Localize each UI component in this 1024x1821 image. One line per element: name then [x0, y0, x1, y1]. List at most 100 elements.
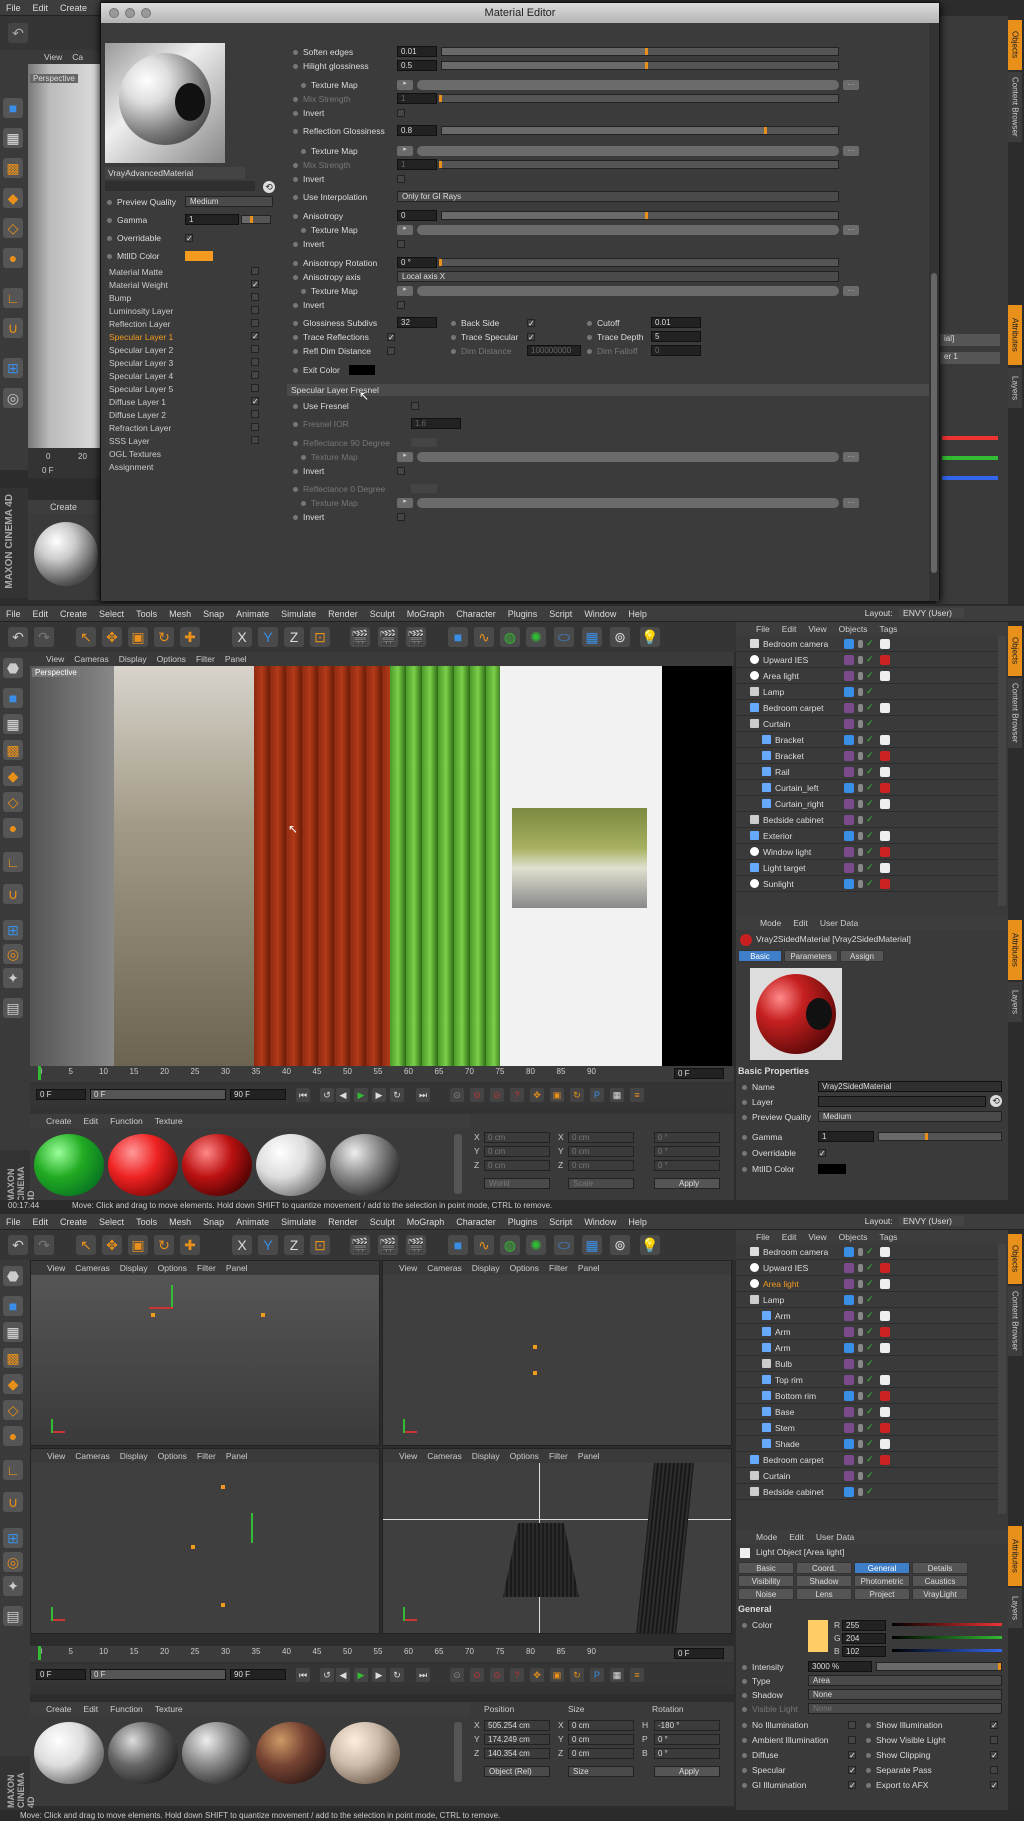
- edge-icon[interactable]: ◇: [3, 1400, 23, 1420]
- vp-menu-view[interactable]: View: [47, 1451, 65, 1461]
- rotate-icon[interactable]: ↻: [154, 1235, 174, 1255]
- obj-menu-objects[interactable]: Objects: [839, 1232, 868, 1242]
- tab-vraylight[interactable]: VrayLight: [912, 1588, 968, 1600]
- size-field[interactable]: 0 cm: [568, 1146, 634, 1157]
- material-tag-icon[interactable]: [880, 751, 890, 761]
- mat-menu-function[interactable]: Function: [110, 1116, 143, 1126]
- pla-key-icon[interactable]: ▦: [610, 1668, 624, 1682]
- more-button[interactable]: …: [843, 225, 859, 235]
- axis-icon[interactable]: ∟: [3, 1460, 23, 1480]
- visibility-toggle[interactable]: [858, 864, 863, 872]
- channel-item[interactable]: Reflection Layer: [109, 317, 170, 330]
- gamma-slider[interactable]: [241, 215, 271, 224]
- vp-menu-cameras[interactable]: Cameras: [427, 1451, 461, 1461]
- channel-item[interactable]: Specular Layer 2: [109, 343, 173, 356]
- vp-menu-options[interactable]: Options: [158, 1451, 187, 1461]
- start-frame[interactable]: 0 F: [36, 1669, 86, 1680]
- flag-check[interactable]: [990, 1766, 998, 1774]
- point-icon[interactable]: ●: [3, 248, 23, 268]
- material-tag-icon[interactable]: [880, 1423, 890, 1433]
- object-row[interactable]: Bracket ✓: [736, 748, 998, 764]
- vp-menu-display[interactable]: Display: [120, 1263, 148, 1273]
- visibility-toggle[interactable]: [858, 800, 863, 808]
- overridable-check[interactable]: ✓: [185, 234, 193, 243]
- enabled-check[interactable]: ✓: [866, 1454, 874, 1465]
- enabled-check[interactable]: ✓: [866, 1390, 874, 1401]
- texture-field[interactable]: [417, 286, 839, 296]
- play-icon[interactable]: ▸: [397, 225, 413, 235]
- pos-key-icon[interactable]: ✥: [530, 1668, 544, 1682]
- color-r-field[interactable]: 255: [842, 1620, 886, 1631]
- menu-window[interactable]: Window: [584, 1217, 616, 1227]
- tab-coord[interactable]: Coord.: [796, 1562, 852, 1574]
- enabled-check[interactable]: ✓: [866, 702, 874, 713]
- vp-menu-display[interactable]: Display: [472, 1263, 500, 1273]
- vp-menu-filter[interactable]: Filter: [197, 1451, 216, 1461]
- menu-create[interactable]: Create: [60, 609, 87, 619]
- go-end-icon[interactable]: ⏭: [416, 1668, 430, 1682]
- vp-menu-view[interactable]: View: [47, 1263, 65, 1273]
- workplane-icon[interactable]: ◎: [3, 1552, 23, 1572]
- channel-item[interactable]: Bump: [109, 291, 131, 304]
- channel-item[interactable]: OGL Textures: [109, 447, 161, 460]
- current-frame[interactable]: 0 F: [674, 1648, 724, 1659]
- render-settings-icon[interactable]: 🎬: [406, 1235, 426, 1255]
- channel-check[interactable]: [251, 384, 259, 392]
- deformer-icon[interactable]: ⬭: [554, 1235, 574, 1255]
- live-select-icon[interactable]: ↖: [76, 627, 96, 647]
- obj-menu-file[interactable]: File: [756, 1232, 770, 1242]
- menu-snap[interactable]: Snap: [203, 1217, 224, 1227]
- range-end[interactable]: 90 F: [230, 1089, 286, 1100]
- shadow-select[interactable]: None: [808, 1689, 1002, 1700]
- material-tag-icon[interactable]: [880, 831, 890, 841]
- menu-select[interactable]: Select: [99, 609, 124, 619]
- param-slider[interactable]: [441, 47, 839, 56]
- light-icon[interactable]: 💡: [640, 627, 660, 647]
- material-thumb[interactable]: [256, 1722, 326, 1784]
- point-icon[interactable]: ●: [3, 818, 23, 838]
- more-button[interactable]: …: [843, 286, 859, 296]
- material-thumb[interactable]: [34, 1722, 104, 1784]
- redo-icon[interactable]: ↷: [34, 627, 54, 647]
- channel-check[interactable]: ✓: [251, 332, 259, 341]
- channel-check[interactable]: [251, 371, 259, 379]
- param-value[interactable]: 0.8: [397, 125, 437, 136]
- rot-field[interactable]: 0 °: [654, 1132, 720, 1143]
- pos-field[interactable]: 0 cm: [484, 1146, 550, 1157]
- rot-field[interactable]: 0 °: [654, 1748, 720, 1759]
- flag-check[interactable]: ✓: [990, 1721, 998, 1730]
- refl0-swatch[interactable]: [411, 484, 437, 493]
- timeline-ruler[interactable]: 0510152025303540455055606570758085900 F: [30, 1646, 734, 1662]
- visibility-toggle[interactable]: [858, 816, 863, 824]
- color-b-field[interactable]: 102: [842, 1646, 886, 1657]
- menu-simulate[interactable]: Simulate: [281, 609, 316, 619]
- param-value[interactable]: 0.01: [651, 317, 701, 328]
- play-icon[interactable]: ▸: [397, 146, 413, 156]
- visibility-toggle[interactable]: [858, 720, 863, 728]
- undo-icon[interactable]: ↶: [8, 23, 28, 43]
- tab-layers[interactable]: Layers: [1008, 368, 1022, 408]
- channel-check[interactable]: [251, 345, 259, 353]
- enabled-check[interactable]: ✓: [866, 878, 874, 889]
- tab-shadow[interactable]: Shadow: [796, 1575, 852, 1587]
- attr-menu-mode[interactable]: Mode: [760, 918, 781, 928]
- rotate-icon[interactable]: ↻: [154, 627, 174, 647]
- gamma-slider[interactable]: [878, 1132, 1002, 1141]
- size-field[interactable]: 0 cm: [568, 1132, 634, 1143]
- make-editable-icon[interactable]: ⬣: [3, 658, 23, 678]
- help-icon[interactable]: ?: [510, 1668, 524, 1682]
- menu-window[interactable]: Window: [584, 609, 616, 619]
- backside-check[interactable]: ✓: [527, 319, 535, 328]
- layer-field[interactable]: [818, 1096, 986, 1107]
- menu-character[interactable]: Character: [456, 609, 496, 619]
- tab-lens[interactable]: Lens: [796, 1588, 852, 1600]
- light-handle[interactable]: [191, 1545, 195, 1549]
- z-axis-icon[interactable]: Z: [284, 1235, 304, 1255]
- enabled-check[interactable]: ✓: [866, 734, 874, 745]
- visibility-toggle[interactable]: [858, 1280, 863, 1288]
- object-row[interactable]: Bedside cabinet ✓: [736, 812, 998, 828]
- material-tag-icon[interactable]: [880, 767, 890, 777]
- enabled-check[interactable]: ✓: [866, 718, 874, 729]
- next-frame-icon[interactable]: ▶: [372, 1668, 386, 1682]
- param-value[interactable]: 1: [397, 93, 437, 104]
